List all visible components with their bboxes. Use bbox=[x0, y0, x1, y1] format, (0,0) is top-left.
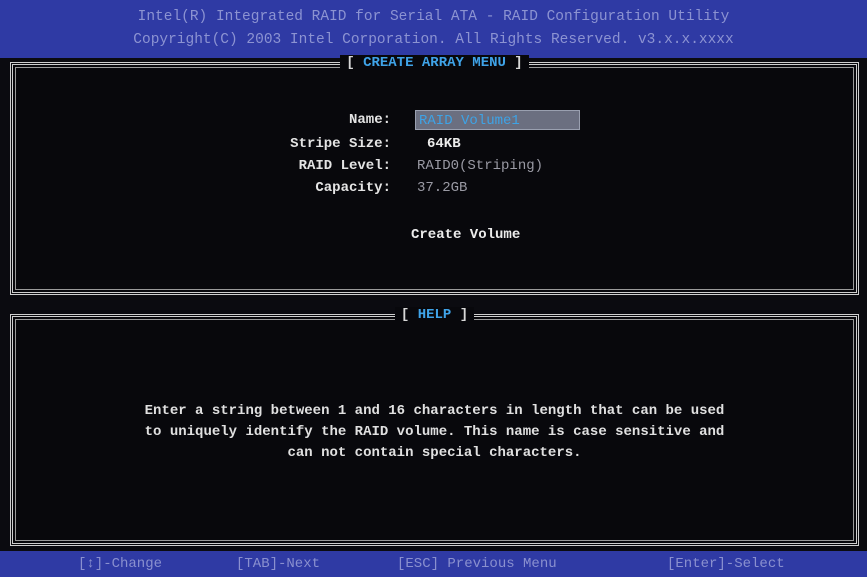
previous-menu-key-hint: [ESC] Previous Menu bbox=[397, 556, 557, 572]
help-text: Enter a string between 1 and 16 characte… bbox=[27, 401, 842, 464]
help-line: to uniquely identify the RAID volume. Th… bbox=[144, 424, 725, 440]
select-key-hint: [Enter]-Select bbox=[667, 556, 785, 572]
create-volume-button[interactable]: Create Volume bbox=[411, 225, 520, 245]
name-label: Name: bbox=[348, 112, 391, 128]
create-array-title-text: CREATE ARRAY MENU bbox=[363, 55, 506, 71]
change-key-hint: [↕]-Change bbox=[78, 556, 163, 572]
stripe-size-label: Stripe Size: bbox=[290, 136, 391, 152]
capacity-value[interactable]: 37.2GB bbox=[417, 178, 467, 198]
stripe-size-value[interactable]: 64KB bbox=[427, 134, 461, 154]
raid-level-label: RAID Level: bbox=[298, 158, 391, 174]
raid-level-value[interactable]: RAID0(Striping) bbox=[417, 156, 543, 176]
create-array-title: [ CREATE ARRAY MENU ] bbox=[13, 54, 856, 72]
help-line: can not contain special characters. bbox=[287, 445, 582, 461]
key-hints-bar: [↕]-Change [TAB]-Next [ESC] Previous Men… bbox=[0, 551, 867, 577]
name-input[interactable]: RAID Volume1 bbox=[415, 110, 580, 130]
header-copyright: Copyright(C) 2003 Intel Corporation. All… bbox=[133, 32, 734, 48]
help-title: [ HELP ] bbox=[13, 306, 856, 324]
help-panel: [ HELP ] Enter a string between 1 and 16… bbox=[10, 307, 859, 546]
help-title-text: HELP bbox=[417, 307, 452, 323]
help-line: Enter a string between 1 and 16 characte… bbox=[144, 403, 725, 419]
utility-header: Intel(R) Integrated RAID for Serial ATA … bbox=[0, 0, 867, 58]
next-key-hint: [TAB]-Next bbox=[236, 556, 321, 572]
name-input-value: RAID Volume1 bbox=[419, 113, 520, 129]
create-array-panel: [ CREATE ARRAY MENU ] Name: RAID Volume1… bbox=[10, 55, 859, 295]
header-title: Intel(R) Integrated RAID for Serial ATA … bbox=[137, 9, 730, 25]
capacity-label: Capacity: bbox=[315, 180, 391, 196]
